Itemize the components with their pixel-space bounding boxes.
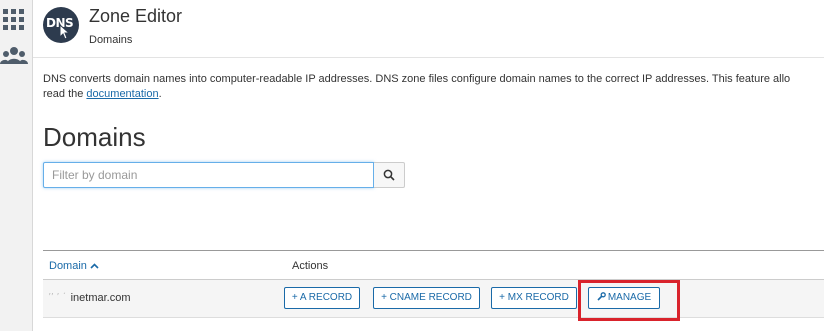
- domains-heading: Domains: [43, 122, 146, 152]
- page-header: DNS Zone Editor Domains: [33, 0, 824, 58]
- table-header: Domain Actions: [43, 250, 824, 280]
- description: DNS converts domain names into computer-…: [43, 72, 823, 102]
- domain-prefix-redacted: ′′ ′ ˊ: [49, 292, 67, 301]
- page-title: Zone Editor: [89, 6, 183, 26]
- manage-highlight-box: [578, 280, 680, 321]
- description-prefix: read the: [43, 88, 87, 100]
- domain-cell: ′′ ′ ˊ inetmar.com: [49, 292, 131, 304]
- breadcrumb[interactable]: Domains: [89, 34, 132, 46]
- grid-icon[interactable]: [3, 9, 24, 30]
- column-domain-label: Domain: [49, 260, 87, 272]
- users-icon[interactable]: [0, 46, 28, 66]
- add-a-record-button[interactable]: + A RECORD: [284, 287, 360, 309]
- column-domain-header[interactable]: Domain: [49, 260, 99, 272]
- sidebar: [0, 0, 33, 331]
- domain-name: inetmar.com: [70, 292, 131, 304]
- table-row: ′′ ′ ˊ inetmar.com + A RECORD + CNAME REC…: [43, 280, 824, 318]
- description-line: DNS converts domain names into computer-…: [43, 73, 791, 85]
- add-mx-record-button[interactable]: + MX RECORD: [491, 287, 577, 309]
- domains-table: Domain Actions ′′ ′ ˊ inetmar.com + A REC…: [43, 250, 824, 331]
- search-icon: [383, 169, 395, 181]
- sort-ascending-icon: [90, 263, 99, 269]
- add-cname-record-button[interactable]: + CNAME RECORD: [373, 287, 480, 309]
- description-suffix: .: [158, 88, 162, 100]
- dns-logo: DNS: [43, 7, 79, 43]
- filter-domain-input[interactable]: [43, 162, 374, 188]
- search-button[interactable]: [374, 162, 405, 188]
- main-content: DNS Zone Editor Domains DNS converts dom…: [33, 0, 824, 331]
- column-actions-header: Actions: [292, 260, 329, 272]
- cursor-icon: [59, 24, 71, 40]
- documentation-link[interactable]: documentation: [86, 88, 158, 100]
